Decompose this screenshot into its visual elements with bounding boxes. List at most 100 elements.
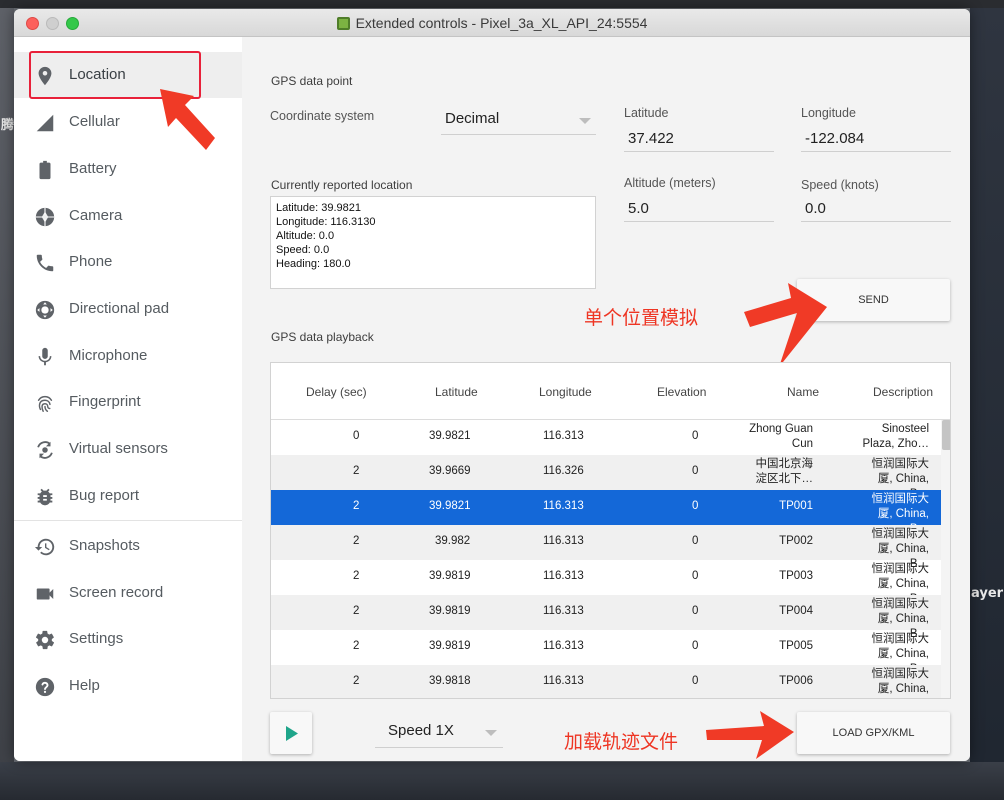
cell-elevation: 0 bbox=[692, 500, 699, 512]
sidebar-item-label: Settings bbox=[69, 630, 124, 647]
speed-field[interactable]: 0.0 bbox=[801, 200, 951, 222]
column-header-elevation[interactable]: Elevation bbox=[657, 385, 706, 399]
fingerprint-icon bbox=[37, 395, 53, 412]
gps-data-playback-title: GPS data playback bbox=[271, 330, 374, 344]
playback-speed-select[interactable]: Speed 1X bbox=[375, 719, 503, 748]
table-row[interactable]: 2 39.9819 116.313 0 TP003 恒润国际大 厦, China,… bbox=[271, 560, 941, 605]
coordinate-system-label: Coordinate system bbox=[270, 109, 375, 123]
longitude-label: Longitude bbox=[801, 106, 856, 120]
scrollbar-thumb[interactable] bbox=[942, 420, 950, 450]
table-row-selected[interactable]: 2 39.9821 116.313 0 TP001 恒润国际大 厦, China,… bbox=[271, 490, 941, 535]
battery-icon bbox=[39, 160, 51, 180]
cellular-signal-icon bbox=[36, 114, 54, 132]
sidebar-item-label: Bug report bbox=[69, 487, 140, 504]
cell-longitude: 116.313 bbox=[543, 535, 584, 547]
sidebar-divider bbox=[14, 520, 242, 521]
cell-elevation: 0 bbox=[692, 675, 699, 687]
column-header-longitude[interactable]: Longitude bbox=[539, 385, 592, 399]
cell-longitude: 116.313 bbox=[543, 430, 584, 442]
window-title-text: Extended controls - Pixel_3a_XL_API_24:5… bbox=[355, 15, 648, 31]
chevron-down-icon bbox=[579, 118, 591, 124]
sidebar-item-label: Phone bbox=[69, 253, 113, 270]
cell-longitude: 116.313 bbox=[543, 640, 584, 652]
sidebar-item-label: Help bbox=[69, 677, 100, 694]
title-bar: Extended controls - Pixel_3a_XL_API_24:5… bbox=[14, 9, 970, 37]
latitude-field[interactable]: 37.422 bbox=[624, 130, 774, 152]
table-row[interactable]: 2 39.9669 116.326 0 中国北京海 淀区北下… 恒润国际大 厦, C… bbox=[271, 455, 941, 500]
microphone-icon bbox=[38, 347, 52, 366]
location-panel: GPS data point Coordinate system Decimal… bbox=[242, 37, 970, 761]
cell-name: 中国北京海 淀区北下… bbox=[755, 458, 814, 485]
play-icon bbox=[286, 726, 298, 741]
table-row[interactable]: 2 39.982 116.313 0 TP002 恒润国际大 厦, China, … bbox=[271, 525, 941, 570]
cell-delay: 2 bbox=[353, 570, 360, 582]
table-scrollbar[interactable] bbox=[941, 420, 950, 698]
gear-icon bbox=[35, 630, 55, 650]
sidebar-item-microphone[interactable]: Microphone bbox=[14, 333, 242, 379]
cell-longitude: 116.313 bbox=[543, 570, 584, 582]
history-clock-icon bbox=[34, 538, 55, 556]
sidebar-item-bug-report[interactable]: Bug report bbox=[14, 473, 242, 519]
coordinate-system-value: Decimal bbox=[445, 110, 500, 127]
cell-latitude: 39.9821 bbox=[429, 500, 471, 512]
table-header: Delay (sec) Latitude Longitude Elevation… bbox=[271, 363, 950, 420]
cell-latitude: 39.9819 bbox=[429, 640, 471, 652]
sidebar-item-camera[interactable]: Camera bbox=[14, 193, 242, 239]
sidebar-item-label: Screen record bbox=[69, 584, 164, 601]
cell-elevation: 0 bbox=[692, 605, 699, 617]
cell-name: TP002 bbox=[779, 535, 813, 547]
sidebar-item-label: Cellular bbox=[69, 113, 120, 130]
table-row[interactable]: 2 39.9819 116.313 0 TP005 恒润国际大 厦, China,… bbox=[271, 630, 941, 675]
cell-name: TP003 bbox=[779, 570, 813, 582]
sidebar-item-virtual-sensors[interactable]: Virtual sensors bbox=[14, 426, 242, 472]
sidebar-item-fingerprint[interactable]: Fingerprint bbox=[14, 379, 242, 425]
column-header-delay[interactable]: Delay (sec) bbox=[306, 385, 367, 399]
cell-longitude: 116.313 bbox=[543, 675, 584, 687]
sidebar-item-phone[interactable]: Phone bbox=[14, 239, 242, 285]
column-header-latitude[interactable]: Latitude bbox=[435, 385, 478, 399]
annotation-arrow-send-icon bbox=[744, 283, 827, 367]
coordinate-system-select[interactable]: Decimal bbox=[441, 109, 596, 135]
sidebar-item-snapshots[interactable]: Snapshots bbox=[14, 523, 242, 569]
table-row[interactable]: 0 39.9821 116.313 0 Zhong Guan Cun Sinost… bbox=[271, 420, 941, 455]
column-header-description[interactable]: Description bbox=[873, 385, 933, 399]
cell-elevation: 0 bbox=[692, 535, 699, 547]
table-row[interactable]: 2 39.9819 116.313 0 TP004 恒润国际大 厦, China,… bbox=[271, 595, 941, 640]
altitude-field[interactable]: 5.0 bbox=[624, 200, 774, 222]
desktop-edge-text-left: 腾 bbox=[1, 118, 15, 133]
sidebar-item-help[interactable]: Help bbox=[14, 663, 242, 709]
desktop-edge-text-right: ayer bbox=[971, 586, 1004, 601]
cell-elevation: 0 bbox=[692, 570, 699, 582]
cell-latitude: 39.9819 bbox=[429, 605, 471, 617]
cell-delay: 0 bbox=[353, 430, 360, 442]
cell-delay: 2 bbox=[353, 535, 360, 547]
desktop-background-right: ayer bbox=[970, 8, 1004, 800]
sidebar-item-screen-record[interactable]: Screen record bbox=[14, 570, 242, 616]
reported-location-box: Latitude: 39.9821 Longitude: 116.3130 Al… bbox=[270, 196, 596, 289]
cell-latitude: 39.9819 bbox=[429, 570, 471, 582]
sidebar-item-label: Directional pad bbox=[69, 300, 170, 317]
phone-icon bbox=[36, 254, 54, 272]
cell-longitude: 116.313 bbox=[543, 500, 584, 512]
chevron-down-icon bbox=[485, 730, 497, 736]
cell-name: TP006 bbox=[779, 675, 813, 687]
annotation-arrow-location-icon bbox=[160, 89, 215, 150]
sidebar-item-settings[interactable]: Settings bbox=[14, 616, 242, 662]
reported-heading: Heading: 180.0 bbox=[276, 258, 351, 270]
macos-menubar bbox=[0, 0, 1004, 8]
help-circle-icon bbox=[35, 677, 55, 697]
longitude-field[interactable]: -122.084 bbox=[801, 130, 951, 152]
cell-longitude: 116.326 bbox=[543, 465, 584, 477]
table-row[interactable]: 2 39.9818 116.313 0 TP006 恒润国际大 厦, China,… bbox=[271, 665, 941, 698]
cell-longitude: 116.313 bbox=[543, 605, 584, 617]
column-header-name[interactable]: Name bbox=[787, 385, 819, 399]
cell-name: TP001 bbox=[779, 500, 813, 512]
load-gpx-kml-button[interactable]: LOAD GPX/KML bbox=[797, 712, 950, 754]
sidebar-item-directional-pad[interactable]: Directional pad bbox=[14, 286, 242, 332]
play-button[interactable] bbox=[270, 712, 312, 754]
cell-latitude: 39.9669 bbox=[429, 465, 471, 477]
currently-reported-location-label: Currently reported location bbox=[271, 178, 413, 192]
speed-label: Speed (knots) bbox=[801, 178, 879, 192]
latitude-label: Latitude bbox=[624, 106, 669, 120]
cell-latitude: 39.9821 bbox=[429, 430, 471, 442]
